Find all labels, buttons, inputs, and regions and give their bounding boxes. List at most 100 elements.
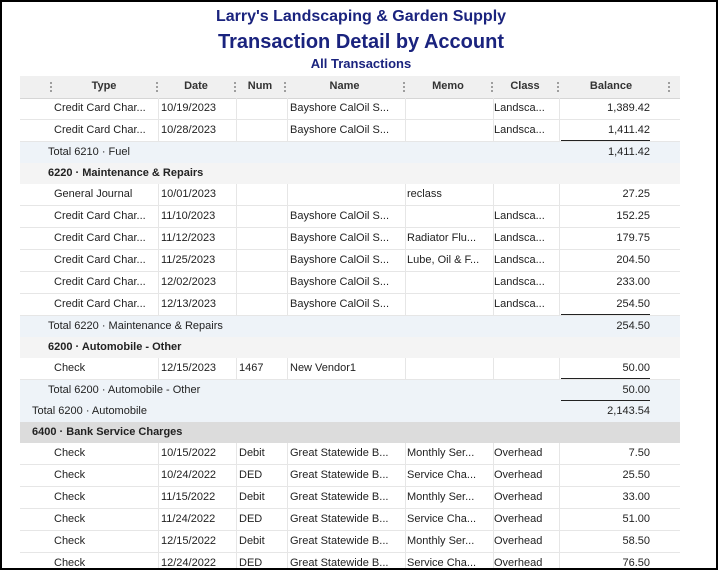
transaction-row[interactable]: Credit Card Char... 10/28/2023 Bayshore Ca… xyxy=(20,120,680,142)
column-divider xyxy=(559,358,560,379)
column-header-date[interactable]: Date xyxy=(158,76,234,98)
cell-name: Bayshore CalOil S... xyxy=(290,124,390,136)
column-divider xyxy=(158,487,159,508)
column-header-bar: Type Date Num Name Memo Class Balance xyxy=(20,76,680,99)
column-header-memo[interactable]: Memo xyxy=(405,76,491,98)
column-divider xyxy=(405,465,406,486)
column-divider xyxy=(559,250,560,271)
cell-num xyxy=(239,294,284,315)
cell-name: Great Statewide B... xyxy=(290,535,389,547)
cell-balance: 254.50 xyxy=(616,298,650,310)
cell-num xyxy=(239,120,284,141)
total-label: Total 6200 · Automobile xyxy=(32,405,147,417)
transaction-row[interactable]: Credit Card Char... 10/19/2023 Bayshore Ca… xyxy=(20,98,680,120)
report-title: Transaction Detail by Account xyxy=(218,31,504,53)
cell-memo xyxy=(407,120,491,141)
column-divider xyxy=(287,509,288,530)
cell-type: Check xyxy=(54,447,86,459)
transaction-row[interactable]: Check 10/15/2022 Debit Great Statewide B...… xyxy=(20,443,680,465)
column-header-class[interactable]: Class xyxy=(493,76,557,98)
column-divider xyxy=(287,272,288,293)
transaction-row[interactable]: Check 10/24/2022 DED Great Statewide B... Se… xyxy=(20,465,680,487)
column-divider xyxy=(236,553,237,568)
transaction-row[interactable]: Check 11/15/2022 Debit Great Statewide B...… xyxy=(20,487,680,509)
column-divider xyxy=(287,443,288,464)
column-divider xyxy=(287,487,288,508)
column-header-type[interactable]: Type xyxy=(54,76,154,98)
transaction-row[interactable]: Credit Card Char... 12/02/2023 Bayshore Ca… xyxy=(20,272,680,294)
cell-memo: Monthly Ser... xyxy=(407,491,475,503)
cell-name: Bayshore CalOil S... xyxy=(290,210,390,222)
transaction-row[interactable]: Check 11/24/2022 DED Great Statewide B... Se… xyxy=(20,509,680,531)
column-divider xyxy=(158,250,159,271)
cell-memo: Lube, Oil & F... xyxy=(407,254,480,266)
transaction-row[interactable]: General Journal 10/01/2023 reclass 27.25 xyxy=(20,184,680,206)
cell-memo: Service Cha... xyxy=(407,469,477,481)
cell-type: Check xyxy=(54,362,86,374)
transaction-row[interactable]: Credit Card Char... 11/10/2023 Bayshore Ca… xyxy=(20,206,680,228)
column-header-name[interactable]: Name xyxy=(286,76,403,98)
total-label: Total 6210 · Fuel xyxy=(48,146,130,158)
cell-balance: 1,389.42 xyxy=(607,102,650,114)
cell-name: Great Statewide B... xyxy=(290,491,389,503)
cell-num xyxy=(239,184,284,205)
account-total-row[interactable]: Total 6210 · Fuel 1,411.42 xyxy=(20,142,680,163)
column-divider xyxy=(559,487,560,508)
column-header-num[interactable]: Num xyxy=(236,76,284,98)
cell-class: Landsca... xyxy=(494,102,545,114)
account-total-row[interactable]: Total 6200 · Automobile 2,143.54 xyxy=(20,401,680,422)
cell-num: DED xyxy=(239,469,263,481)
cell-num xyxy=(239,228,284,249)
report-window: Larry's Landscaping & Garden Supply Tran… xyxy=(0,0,718,570)
cell-date: 12/02/2023 xyxy=(161,276,217,288)
balance-underline xyxy=(561,140,650,141)
column-divider xyxy=(236,184,237,205)
column-header-balance[interactable]: Balance xyxy=(559,76,663,98)
column-divider xyxy=(236,294,237,315)
cell-class xyxy=(494,358,557,379)
cell-name: Bayshore CalOil S... xyxy=(290,232,390,244)
cell-memo: Radiator Flu... xyxy=(407,232,477,244)
column-resize-handle[interactable] xyxy=(50,82,52,94)
cell-balance: 7.50 xyxy=(628,447,650,459)
transaction-row[interactable]: Check 12/24/2022 DED Great Statewide B... Se… xyxy=(20,553,680,569)
account-label: 6400 · Bank Service Charges xyxy=(32,426,183,438)
cell-memo: Service Cha... xyxy=(407,557,477,569)
column-divider xyxy=(158,358,159,379)
account-header-row[interactable]: 6200 · Automobile - Other xyxy=(20,337,680,358)
cell-type: Credit Card Char... xyxy=(54,298,146,310)
cell-class: Overhead xyxy=(494,513,543,525)
column-divider xyxy=(559,184,560,205)
column-divider xyxy=(236,531,237,552)
cell-memo xyxy=(407,358,491,379)
cell-balance: 50.00 xyxy=(622,384,650,396)
column-divider xyxy=(405,98,406,119)
column-divider xyxy=(158,98,159,119)
transaction-row[interactable]: Credit Card Char... 12/13/2023 Bayshore Ca… xyxy=(20,294,680,316)
column-divider xyxy=(158,531,159,552)
column-divider xyxy=(405,443,406,464)
account-total-row[interactable]: Total 6200 · Automobile - Other 50.00 xyxy=(20,380,680,401)
transaction-row[interactable]: Credit Card Char... 11/25/2023 Bayshore Ca… xyxy=(20,250,680,272)
account-header-row[interactable]: 6220 · Maintenance & Repairs xyxy=(20,163,680,184)
cell-date: 11/24/2022 xyxy=(161,513,216,525)
cell-balance: 51.00 xyxy=(622,513,650,525)
transaction-row[interactable]: Credit Card Char... 11/12/2023 Bayshore Ca… xyxy=(20,228,680,250)
column-divider xyxy=(559,206,560,227)
total-label: Total 6220 · Maintenance & Repairs xyxy=(48,320,223,332)
column-divider xyxy=(405,553,406,568)
account-total-row[interactable]: Total 6220 · Maintenance & Repairs 254.50 xyxy=(20,316,680,337)
column-divider xyxy=(559,465,560,486)
column-divider xyxy=(236,98,237,119)
account-header-row[interactable]: 6400 · Bank Service Charges xyxy=(20,422,680,443)
column-divider xyxy=(287,228,288,249)
cell-class: Landsca... xyxy=(494,210,545,222)
cell-balance: 233.00 xyxy=(616,276,650,288)
cell-name: New Vendor1 xyxy=(290,362,357,374)
column-divider xyxy=(559,120,560,141)
column-divider xyxy=(236,250,237,271)
column-divider xyxy=(236,228,237,249)
transaction-row[interactable]: Check 12/15/2022 Debit Great Statewide B...… xyxy=(20,531,680,553)
transaction-row[interactable]: Check 12/15/2023 1467 New Vendor1 50.00 xyxy=(20,358,680,380)
column-resize-handle[interactable] xyxy=(668,82,670,94)
